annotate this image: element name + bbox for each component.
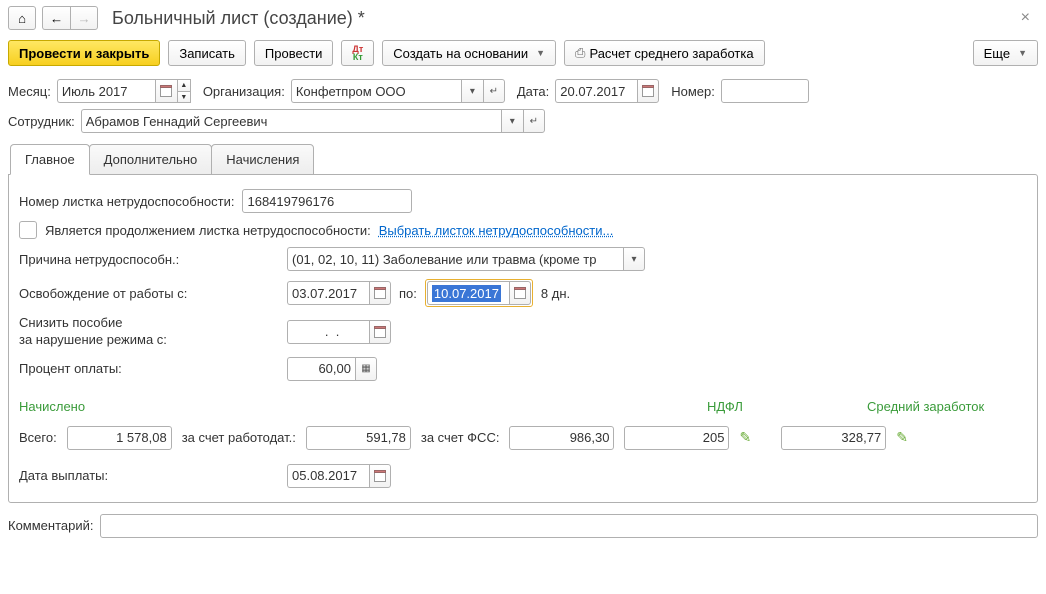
tab-panel-main: Номер листка нетрудоспособности: Являетс…	[8, 174, 1038, 503]
ndfl-header: НДФЛ	[707, 399, 857, 414]
total-label: Всего:	[19, 430, 57, 445]
tab-accruals[interactable]: Начисления	[211, 144, 314, 175]
close-button[interactable]: ×	[1013, 9, 1038, 27]
dt-kt-button[interactable]: ДтКт	[341, 40, 374, 66]
calendar-icon	[514, 287, 526, 299]
percent-calc-button[interactable]: ▦	[355, 357, 377, 381]
ndfl-edit-button[interactable]: ✎	[739, 429, 751, 446]
number-label: Номер:	[671, 84, 715, 99]
chevron-down-icon: ▼	[1018, 48, 1027, 58]
avg-edit-button[interactable]: ✎	[896, 429, 908, 446]
reduce-date-picker-button[interactable]	[369, 320, 391, 344]
percent-label: Процент оплаты:	[19, 361, 279, 376]
employer-input[interactable]	[306, 426, 411, 450]
tab-extra[interactable]: Дополнительно	[89, 144, 213, 175]
number-input[interactable]	[721, 79, 809, 103]
leave-from-input[interactable]	[287, 281, 369, 305]
chevron-down-icon: ▾	[510, 116, 515, 127]
employee-dropdown-button[interactable]: ▾	[501, 109, 523, 133]
reduce-date-input[interactable]	[287, 320, 369, 344]
leave-from-picker-button[interactable]	[369, 281, 391, 305]
open-icon: ↵	[490, 86, 498, 97]
org-input[interactable]	[291, 79, 461, 103]
select-sheet-link[interactable]: Выбрать листок нетрудоспособности...	[379, 223, 614, 238]
more-button[interactable]: Еще▼	[973, 40, 1038, 66]
continuation-label: Является продолжением листка нетрудоспос…	[45, 223, 371, 238]
comment-input[interactable]	[100, 514, 1039, 538]
sheet-no-input[interactable]	[242, 189, 412, 213]
reduce-label: Снизить пособие за нарушение режима с:	[19, 315, 279, 349]
month-spinner[interactable]: ▲▼	[177, 79, 191, 103]
date-input[interactable]	[555, 79, 637, 103]
org-open-button[interactable]: ↵	[483, 79, 505, 103]
month-picker-button[interactable]	[155, 79, 177, 103]
calendar-icon	[374, 470, 386, 482]
leave-to-picker-button[interactable]	[509, 281, 531, 305]
fss-input[interactable]	[509, 426, 614, 450]
submit-close-button[interactable]: Провести и закрыть	[8, 40, 160, 66]
fss-label: за счет ФСС:	[421, 430, 500, 445]
create-based-button[interactable]: Создать на основании▼	[382, 40, 556, 66]
employer-label: за счет работодат.:	[182, 430, 296, 445]
home-button[interactable]: ⌂	[8, 6, 36, 30]
page-title: Больничный лист (создание) *	[112, 8, 1007, 29]
calendar-icon	[374, 287, 386, 299]
home-icon: ⌂	[18, 11, 26, 26]
forward-button[interactable]: →	[70, 6, 98, 30]
post-button[interactable]: Провести	[254, 40, 334, 66]
org-label: Организация:	[203, 84, 285, 99]
open-icon: ↵	[530, 116, 538, 127]
tab-main[interactable]: Главное	[10, 144, 90, 175]
month-input[interactable]	[57, 79, 155, 103]
print-icon	[575, 45, 585, 61]
arrow-left-icon: ←	[50, 11, 63, 26]
sheet-no-label: Номер листка нетрудоспособности:	[19, 194, 234, 209]
date-picker-button[interactable]	[637, 79, 659, 103]
date-label: Дата:	[517, 84, 549, 99]
payment-date-input[interactable]	[287, 464, 369, 488]
days-text: 8 дн.	[541, 286, 570, 301]
accrued-header: Начислено	[19, 399, 119, 414]
avg-header: Средний заработок	[867, 399, 1027, 414]
leave-to-input[interactable]: 10.07.2017	[427, 281, 509, 305]
employee-label: Сотрудник:	[8, 114, 75, 129]
spin-down-icon: ▼	[177, 91, 191, 103]
payment-date-label: Дата выплаты:	[19, 468, 279, 483]
calendar-icon	[374, 326, 386, 338]
total-input[interactable]	[67, 426, 172, 450]
month-label: Месяц:	[8, 84, 51, 99]
leave-to-highlight: 10.07.2017	[425, 279, 533, 307]
chevron-down-icon: ▾	[631, 254, 636, 265]
comment-label: Комментарий:	[8, 518, 94, 533]
employee-input[interactable]	[81, 109, 501, 133]
chevron-down-icon: ▼	[536, 48, 545, 58]
spin-up-icon: ▲	[177, 79, 191, 91]
avg-input[interactable]	[781, 426, 886, 450]
reason-label: Причина нетрудоспособн.:	[19, 252, 279, 267]
arrow-right-icon: →	[77, 11, 90, 26]
back-button[interactable]: ←	[42, 6, 70, 30]
payment-date-picker-button[interactable]	[369, 464, 391, 488]
save-button[interactable]: Записать	[168, 40, 246, 66]
calendar-icon	[642, 85, 654, 97]
leave-from-label: Освобождение от работы с:	[19, 286, 279, 301]
avg-salary-button[interactable]: Расчет среднего заработка	[564, 40, 765, 66]
chevron-down-icon: ▾	[470, 86, 475, 97]
reason-input[interactable]	[287, 247, 623, 271]
percent-input[interactable]	[287, 357, 355, 381]
employee-open-button[interactable]: ↵	[523, 109, 545, 133]
continuation-checkbox[interactable]	[19, 221, 37, 239]
calendar-icon	[160, 85, 172, 97]
reason-dropdown-button[interactable]: ▾	[623, 247, 645, 271]
leave-to-label: по:	[399, 286, 417, 301]
ndfl-input[interactable]	[624, 426, 729, 450]
org-dropdown-button[interactable]: ▾	[461, 79, 483, 103]
debit-credit-icon: ДтКт	[352, 45, 363, 61]
calculator-icon: ▦	[361, 363, 370, 374]
